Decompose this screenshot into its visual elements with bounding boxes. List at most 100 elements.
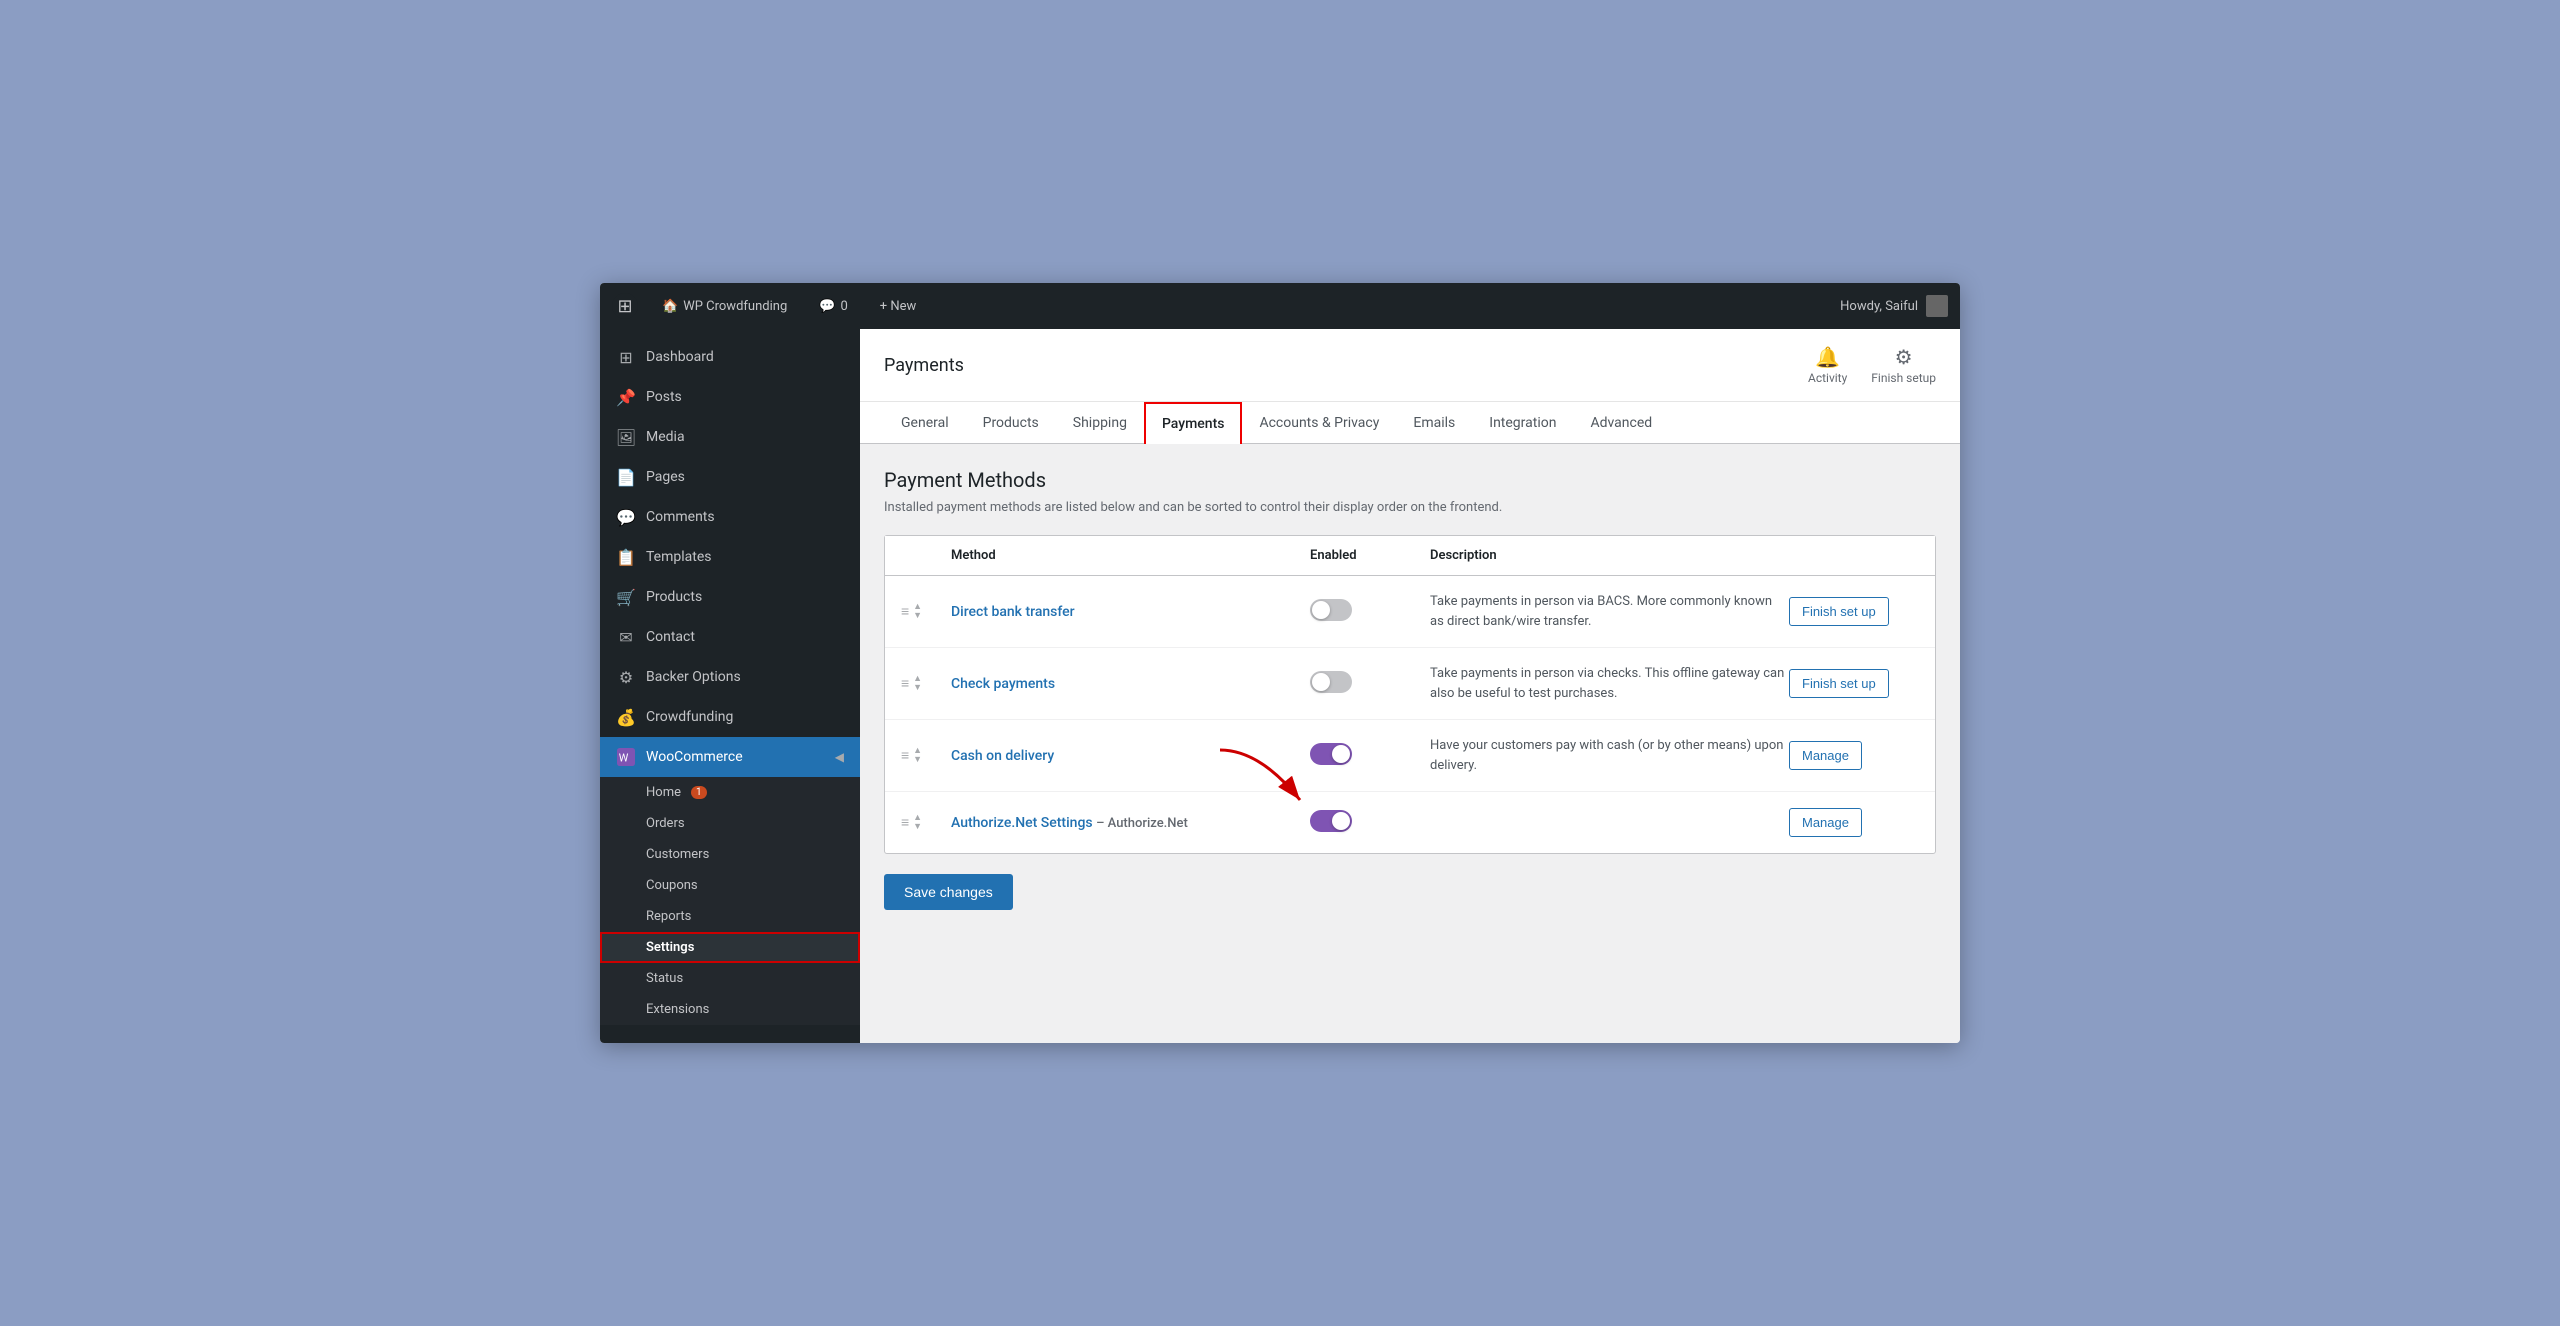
sidebar-item-label: Templates [646,549,712,565]
user-avatar [1926,295,1948,317]
woo-submenu-extensions[interactable]: Extensions [600,994,860,1025]
posts-icon: 📌 [616,387,636,407]
sidebar-item-label: Pages [646,469,685,485]
manage-btn-authorize-net[interactable]: Manage [1789,808,1862,837]
section-title: Payment Methods [884,468,1936,492]
woo-submenu-customers[interactable]: Customers [600,839,860,870]
drag-handle[interactable]: ≡ ▲ ▼ [901,675,951,693]
page-title: Payments [884,355,964,376]
description-direct-bank: Take payments in person via BACS. More c… [1430,592,1789,631]
sidebar-item-pages[interactable]: 📄 Pages [600,457,860,497]
payment-methods-table: Method Enabled Description ≡ ▲ [884,535,1936,854]
comments-bar-item[interactable]: 💬 0 [811,295,856,318]
drag-handle[interactable]: ≡ ▲ ▼ [901,603,951,621]
payment-rows-container: ≡ ▲ ▼ Direct bank transfer [885,576,1935,853]
drag-handle[interactable]: ≡ ▲ ▼ [901,747,951,765]
contact-icon: ✉ [616,627,636,647]
sidebar-item-label: Contact [646,629,695,645]
sidebar-item-media[interactable]: 🖼 Media [600,417,860,457]
description-header: Description [1430,548,1789,563]
woo-submenu-settings[interactable]: Settings [600,932,860,963]
table-row: ≡ ▲ ▼ Authorize.Net Settings – Authorize… [885,792,1935,853]
new-bar-item[interactable]: + New [872,295,925,318]
tab-general[interactable]: General [884,402,966,444]
products-icon: 🛒 [616,587,636,607]
woocommerce-label: WooCommerce [646,749,743,765]
sidebar-item-dashboard[interactable]: ⊞ Dashboard [600,337,860,377]
tab-shipping[interactable]: Shipping [1056,402,1144,444]
woo-collapse-icon: ◀ [835,750,844,764]
content-area: Payments 🔔 Activity ⚙ Finish setup Gener… [860,329,1960,1043]
sidebar: ⊞ Dashboard 📌 Posts 🖼 Media 📄 Pages 💬 Co… [600,329,860,1043]
admin-bar: ⊞ 🏠 WP Crowdfunding 💬 0 + New Howdy, Sai… [600,283,1960,329]
main-content: Payment Methods Installed payment method… [860,444,1960,934]
toggle-cash-on-delivery[interactable] [1310,743,1352,765]
sidebar-item-label: Products [646,589,702,605]
woo-submenu-status[interactable]: Status [600,963,860,994]
table-row: ≡ ▲ ▼ Cash on delivery [885,720,1935,792]
comments-icon: 💬 [616,507,636,527]
drag-lines-icon: ≡ [901,603,909,620]
backer-options-icon: ⚙ [616,667,636,687]
sidebar-item-comments[interactable]: 💬 Comments [600,497,860,537]
table-row: ≡ ▲ ▼ Direct bank transfer [885,576,1935,648]
svg-text:W: W [619,752,629,765]
authorize-net-subtitle: – Authorize.Net [1096,816,1188,831]
wp-logo[interactable]: ⊞ [612,293,638,319]
tab-advanced[interactable]: Advanced [1573,402,1669,444]
toggle-authorize-net[interactable] [1310,810,1352,832]
up-down-arrows: ▲ ▼ [913,603,922,621]
toggle-check-payments[interactable] [1310,671,1352,693]
drag-handle[interactable]: ≡ ▲ ▼ [901,814,951,832]
section-description: Installed payment methods are listed bel… [884,500,1936,515]
sidebar-item-posts[interactable]: 📌 Posts [600,377,860,417]
dashboard-icon: ⊞ [616,347,636,367]
woo-submenu-reports[interactable]: Reports [600,901,860,932]
tab-accounts-privacy[interactable]: Accounts & Privacy [1242,402,1396,444]
page-header: Payments 🔔 Activity ⚙ Finish setup [860,329,1960,402]
pages-icon: 📄 [616,467,636,487]
woo-submenu-orders[interactable]: Orders [600,808,860,839]
method-name-cash-on-delivery[interactable]: Cash on delivery [951,748,1054,764]
tab-emails[interactable]: Emails [1396,402,1472,444]
sidebar-item-backer-options[interactable]: ⚙ Backer Options [600,657,860,697]
enabled-header: Enabled [1310,548,1430,563]
manage-btn-cash-on-delivery[interactable]: Manage [1789,741,1862,770]
tab-integration[interactable]: Integration [1472,402,1573,444]
activity-icon: 🔔 [1815,345,1840,369]
description-cash-on-delivery: Have your customers pay with cash (or by… [1430,736,1789,775]
toggle-direct-bank[interactable] [1310,599,1352,621]
finish-setup-btn-direct-bank[interactable]: Finish set up [1789,597,1889,626]
tab-payments[interactable]: Payments [1144,402,1243,444]
sidebar-item-woocommerce[interactable]: W WooCommerce ◀ [600,737,860,777]
finish-setup-icon: ⚙ [1895,345,1913,369]
activity-action[interactable]: 🔔 Activity [1808,345,1847,385]
sidebar-item-label: Posts [646,389,682,405]
finish-setup-action[interactable]: ⚙ Finish setup [1871,345,1936,385]
sidebar-item-label: Media [646,429,685,445]
method-header: Method [951,548,1310,563]
description-check-payments: Take payments in person via checks. This… [1430,664,1789,703]
site-name-bar-item[interactable]: 🏠 WP Crowdfunding [654,295,795,318]
tabs-bar: General Products Shipping Payments Accou… [860,402,1960,444]
save-changes-button[interactable]: Save changes [884,874,1013,910]
woo-submenu: Home 1 Orders Customers Coupons Reports … [600,777,860,1025]
sidebar-item-label: Comments [646,509,715,525]
finish-setup-btn-check-payments[interactable]: Finish set up [1789,669,1889,698]
sidebar-item-products[interactable]: 🛒 Products [600,577,860,617]
sidebar-item-templates[interactable]: 📋 Templates [600,537,860,577]
media-icon: 🖼 [616,427,636,447]
sidebar-item-contact[interactable]: ✉ Contact [600,617,860,657]
woocommerce-icon: W [616,747,636,767]
tab-products[interactable]: Products [966,402,1056,444]
method-name-direct-bank[interactable]: Direct bank transfer [951,604,1075,620]
crowdfunding-icon: 💰 [616,707,636,727]
sidebar-item-label: Crowdfunding [646,709,733,725]
woo-submenu-home[interactable]: Home 1 [600,777,860,808]
method-name-authorize-net[interactable]: Authorize.Net Settings – Authorize.Net [951,815,1188,831]
sidebar-item-crowdfunding[interactable]: 💰 Crowdfunding [600,697,860,737]
woo-submenu-coupons[interactable]: Coupons [600,870,860,901]
drag-lines-icon: ≡ [901,747,909,764]
drag-lines-icon: ≡ [901,814,909,831]
method-name-check-payments[interactable]: Check payments [951,676,1055,692]
